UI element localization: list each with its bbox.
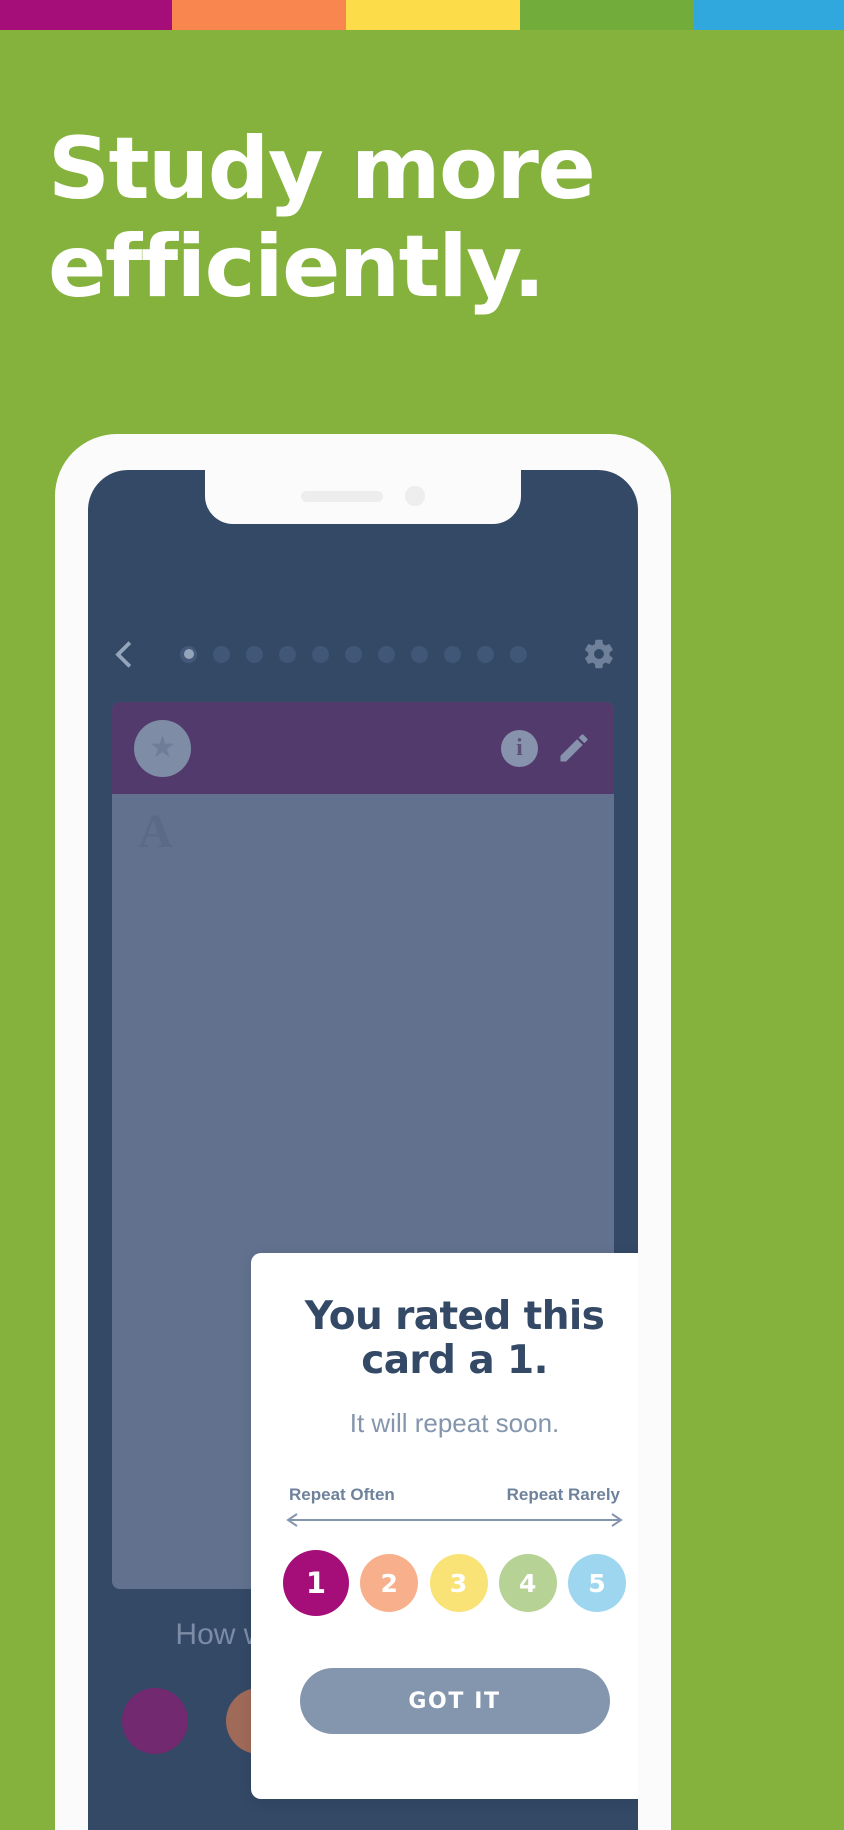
camera-icon: [405, 486, 425, 506]
scale-left-label: Repeat Often: [289, 1485, 395, 1505]
progress-dot-9[interactable]: [444, 645, 461, 663]
headline-line-2: efficiently.: [48, 217, 546, 318]
back-icon[interactable]: [110, 640, 138, 668]
rating-circle-2[interactable]: 2: [360, 1554, 419, 1613]
star-icon[interactable]: ★: [134, 719, 191, 777]
bottom-rating-circle-1[interactable]: [122, 1688, 188, 1754]
dialog-title-line-1: You rated this: [304, 1294, 605, 1339]
progress-dot-11[interactable]: [510, 645, 527, 663]
color-bar-segment-blue: [694, 0, 844, 30]
card-letter: A: [138, 805, 173, 858]
top-color-bar: [0, 0, 844, 30]
color-bar-segment-magenta: [0, 0, 172, 30]
rating-circle-row: 12345: [281, 1550, 628, 1617]
speaker-icon: [301, 490, 383, 502]
phone-mockup: ★ i A How well did you know this?: [55, 434, 671, 1830]
pencil-icon[interactable]: [556, 730, 592, 766]
progress-dot-5[interactable]: [312, 645, 329, 663]
app-nav-bar: [88, 624, 638, 684]
scale-right-label: Repeat Rarely: [506, 1485, 620, 1505]
color-bar-segment-green: [520, 0, 694, 30]
dialog-title: You rated this card a 1.: [281, 1295, 628, 1382]
progress-dots: [138, 645, 582, 663]
color-bar-segment-orange: [172, 0, 346, 30]
dialog-title-line-2: card a 1.: [361, 1337, 548, 1383]
info-icon[interactable]: i: [501, 729, 538, 767]
got-it-button[interactable]: GOT IT: [299, 1668, 610, 1735]
progress-dot-7[interactable]: [378, 645, 395, 663]
phone-notch: [205, 468, 521, 524]
progress-dot-3[interactable]: [246, 645, 263, 663]
rating-confirmation-dialog: You rated this card a 1. It will repeat …: [251, 1253, 638, 1799]
progress-dot-2[interactable]: [213, 645, 230, 663]
rating-circle-5[interactable]: 5: [568, 1554, 626, 1613]
dialog-subtitle: It will repeat soon.: [349, 1408, 560, 1439]
headline-line-1: Study more: [48, 119, 596, 219]
progress-dot-8[interactable]: [411, 645, 428, 663]
app-root: Study more efficiently. ★ i A How You ra…: [0, 0, 844, 1830]
progress-dot-4[interactable]: [279, 645, 296, 663]
rating-circle-4[interactable]: 4: [498, 1554, 557, 1613]
gear-icon[interactable]: [582, 637, 616, 671]
flashcard-header: ★ i: [112, 702, 614, 794]
scale-arrow-icon: [281, 1512, 628, 1528]
color-bar-segment-yellow: [346, 0, 520, 30]
rating-circle-1[interactable]: 1: [283, 1550, 349, 1617]
progress-dot-1[interactable]: [180, 645, 197, 663]
rating-circle-3[interactable]: 3: [429, 1554, 488, 1613]
phone-screen: ★ i A How well did you know this?: [88, 470, 638, 1830]
progress-dot-10[interactable]: [477, 645, 494, 663]
progress-dot-6[interactable]: [345, 645, 362, 663]
page-title: Study more efficiently.: [48, 120, 768, 316]
scale-labels: Repeat Often Repeat Rarely: [281, 1485, 628, 1505]
